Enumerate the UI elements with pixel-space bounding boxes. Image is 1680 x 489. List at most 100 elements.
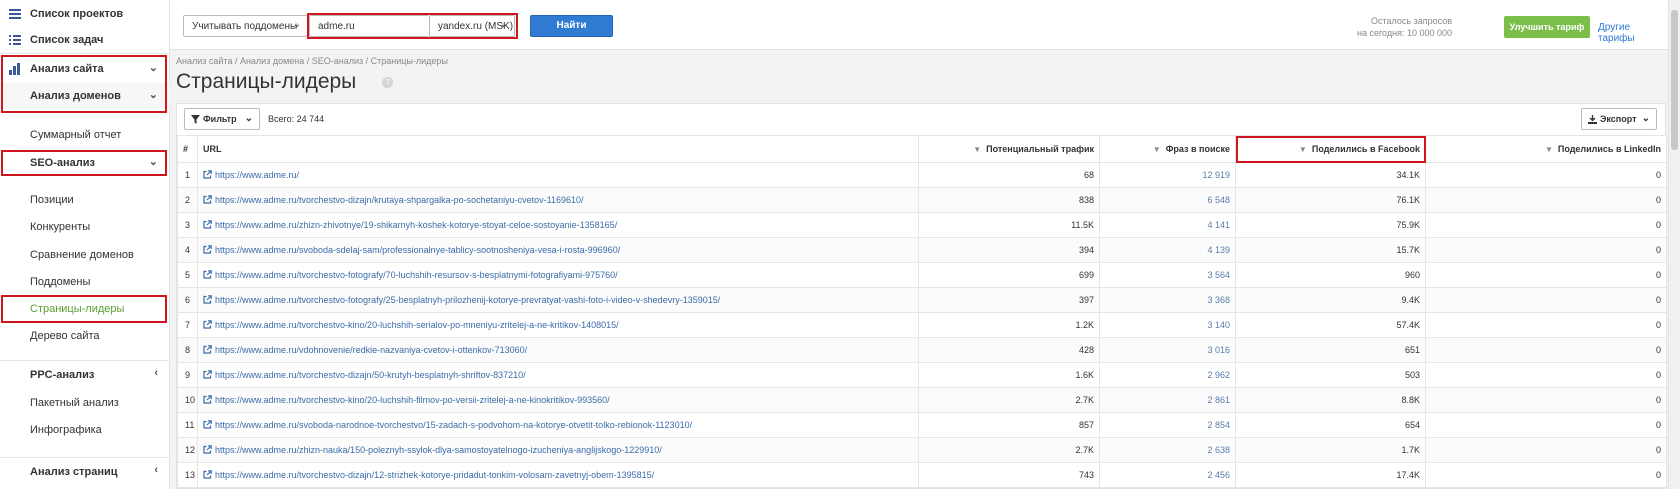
page-url-link[interactable]: https://www.adme.ru/vdohnovenie/redkie-n… bbox=[197, 337, 919, 363]
phrases-value[interactable]: 4 141 bbox=[1099, 212, 1236, 238]
page-url-link[interactable]: https://www.adme.ru/zhizn-zhivotnye/19-s… bbox=[197, 212, 919, 238]
column-header-facebook[interactable]: ▼ Поделились в Facebook bbox=[1235, 135, 1426, 163]
page-url: https://www.adme.ru/tvorchestvo-fotograf… bbox=[215, 270, 618, 280]
page-url-link[interactable]: https://www.adme.ru/tvorchestvo-fotograf… bbox=[197, 287, 919, 313]
phrases-value[interactable]: 3 368 bbox=[1099, 287, 1236, 313]
sidebar-item-summary-report[interactable]: Суммарный отчет bbox=[0, 122, 170, 148]
column-header-number: # bbox=[177, 135, 198, 163]
other-plans-link[interactable]: Другие тарифы bbox=[1598, 22, 1668, 44]
phrases-value[interactable]: 2 854 bbox=[1099, 412, 1236, 438]
sidebar-item-subdomains[interactable]: Поддомены bbox=[0, 269, 170, 295]
phrases-value[interactable]: 2 861 bbox=[1099, 387, 1236, 413]
sidebar-item-projects[interactable]: Список проектов bbox=[0, 1, 170, 27]
page-url: https://www.adme.ru/svoboda-narodnoe-tvo… bbox=[215, 420, 693, 430]
chevron-down-icon: ⌄ bbox=[1641, 113, 1650, 124]
column-header-linkedin[interactable]: ▼ Поделились в LinkedIn bbox=[1425, 135, 1667, 163]
phrases-value[interactable]: 12 919 bbox=[1099, 162, 1236, 188]
find-button[interactable]: Найти bbox=[530, 15, 613, 37]
phrases-value[interactable]: 4 139 bbox=[1099, 237, 1236, 263]
external-link-icon bbox=[203, 170, 212, 179]
highlight-box bbox=[1, 150, 167, 176]
divider bbox=[0, 360, 170, 361]
linkedin-shares-value: 0 bbox=[1425, 162, 1667, 188]
divider bbox=[0, 53, 170, 54]
traffic-value: 1.2K bbox=[918, 312, 1100, 338]
row-number: 2 bbox=[177, 187, 198, 213]
phrases-value[interactable]: 3 140 bbox=[1099, 312, 1236, 338]
page-url-link[interactable]: https://www.adme.ru/tvorchestvo-dizajn/1… bbox=[197, 462, 919, 488]
row-number: 10 bbox=[177, 387, 198, 413]
page-url-link[interactable]: https://www.adme.ru/svoboda-narodnoe-tvo… bbox=[197, 412, 919, 438]
facebook-shares-value: 9.4K bbox=[1235, 287, 1426, 313]
sidebar-item-label: Поддомены bbox=[30, 276, 91, 288]
phrases-value[interactable]: 2 962 bbox=[1099, 362, 1236, 388]
external-link-icon bbox=[203, 320, 212, 329]
sidebar-item-infographics[interactable]: Инфографика bbox=[0, 417, 170, 443]
linkedin-shares-value: 0 bbox=[1425, 337, 1667, 363]
sidebar-item-competitors[interactable]: Конкуренты bbox=[0, 214, 170, 240]
external-link-icon bbox=[203, 470, 212, 479]
external-link-icon bbox=[203, 370, 212, 379]
column-header-url[interactable]: URL bbox=[197, 135, 919, 163]
page-url-link[interactable]: https://www.adme.ru/zhizn-nauka/150-pole… bbox=[197, 437, 919, 463]
page-url-link[interactable]: https://www.adme.ru/tvorchestvo-kino/20-… bbox=[197, 312, 919, 338]
sidebar-item-positions[interactable]: Позиции bbox=[0, 187, 170, 213]
subdomains-select-value: Учитывать поддомены bbox=[192, 20, 298, 32]
page-scrollbar[interactable] bbox=[1668, 0, 1680, 489]
export-button[interactable]: Экспорт ⌄ bbox=[1581, 108, 1657, 130]
sidebar-item-tasks[interactable]: Список задач bbox=[0, 27, 170, 53]
help-icon[interactable]: ? bbox=[382, 77, 393, 88]
subdomains-select[interactable]: Учитывать поддомены ⌄ bbox=[183, 15, 308, 37]
phrases-value[interactable]: 6 548 bbox=[1099, 187, 1236, 213]
facebook-shares-value: 654 bbox=[1235, 412, 1426, 438]
table-row: 12 https://www.adme.ru/zhizn-nauka/150-po… bbox=[177, 437, 1667, 463]
traffic-value: 857 bbox=[918, 412, 1100, 438]
highlight-box bbox=[1, 295, 167, 323]
page-url-link[interactable]: https://www.adme.ru/ bbox=[197, 162, 919, 188]
external-link-icon bbox=[203, 245, 212, 254]
breadcrumb: Анализ сайта / Анализ домена / SEO-анали… bbox=[176, 56, 448, 66]
linkedin-shares-value: 0 bbox=[1425, 262, 1667, 288]
column-header-phrases[interactable]: ▼ Фраз в поиске bbox=[1099, 135, 1236, 163]
sidebar-item-domain-comparison[interactable]: Сравнение доменов bbox=[0, 242, 170, 268]
column-header-traffic[interactable]: ▼ Потенциальный трафик bbox=[918, 135, 1100, 163]
page-url: https://www.adme.ru/ bbox=[215, 170, 300, 180]
filter-icon bbox=[191, 114, 200, 124]
page-url-link[interactable]: https://www.adme.ru/tvorchestvo-fotograf… bbox=[197, 262, 919, 288]
facebook-shares-value: 75.9K bbox=[1235, 212, 1426, 238]
phrases-value[interactable]: 3 564 bbox=[1099, 262, 1236, 288]
page-url-link[interactable]: https://www.adme.ru/tvorchestvo-dizajn/5… bbox=[197, 362, 919, 388]
page-url: https://www.adme.ru/zhizn-nauka/150-pole… bbox=[215, 445, 662, 455]
phrases-value[interactable]: 3 016 bbox=[1099, 337, 1236, 363]
sidebar-item-page-analysis[interactable]: Анализ страниц ‹ bbox=[0, 459, 170, 485]
filter-button-label: Фильтр bbox=[203, 114, 237, 124]
traffic-value: 1.6K bbox=[918, 362, 1100, 388]
highlight-box bbox=[1, 55, 167, 113]
traffic-value: 699 bbox=[918, 262, 1100, 288]
traffic-value: 68 bbox=[918, 162, 1100, 188]
sidebar-item-label: Сравнение доменов bbox=[30, 249, 134, 261]
page-url: https://www.adme.ru/tvorchestvo-kino/20-… bbox=[215, 320, 619, 330]
filter-button[interactable]: Фильтр ⌄ bbox=[184, 108, 260, 130]
phrases-value[interactable]: 2 638 bbox=[1099, 437, 1236, 463]
sidebar-item-batch-analysis[interactable]: Пакетный анализ bbox=[0, 390, 170, 416]
page-url-link[interactable]: https://www.adme.ru/svoboda-sdelaj-sam/p… bbox=[197, 237, 919, 263]
sidebar-item-site-tree[interactable]: Дерево сайта bbox=[0, 323, 170, 349]
table-row: 9 https://www.adme.ru/tvorchestvo-dizajn/… bbox=[177, 362, 1667, 388]
facebook-shares-value: 8.8K bbox=[1235, 387, 1426, 413]
row-number: 6 bbox=[177, 287, 198, 313]
linkedin-shares-value: 0 bbox=[1425, 437, 1667, 463]
upgrade-plan-button[interactable]: Улучшить тариф bbox=[1504, 16, 1590, 38]
sidebar-item-label: Суммарный отчет bbox=[30, 129, 122, 141]
facebook-shares-value: 1.7K bbox=[1235, 437, 1426, 463]
table-row: 11 https://www.adme.ru/svoboda-narodnoe-t… bbox=[177, 412, 1667, 438]
page-url-link[interactable]: https://www.adme.ru/tvorchestvo-dizajn/k… bbox=[197, 187, 919, 213]
scrollbar-thumb[interactable] bbox=[1671, 10, 1678, 150]
table-row: 5 https://www.adme.ru/tvorchestvo-fotogra… bbox=[177, 262, 1667, 288]
sidebar-item-ppc-analysis[interactable]: PPC-анализ ‹ bbox=[0, 362, 170, 388]
page-url-link[interactable]: https://www.adme.ru/tvorchestvo-kino/20-… bbox=[197, 387, 919, 413]
page-url: https://www.adme.ru/vdohnovenie/redkie-n… bbox=[215, 345, 528, 355]
facebook-shares-value: 960 bbox=[1235, 262, 1426, 288]
phrases-value[interactable]: 2 456 bbox=[1099, 462, 1236, 488]
sort-icon: ▼ bbox=[973, 145, 982, 154]
